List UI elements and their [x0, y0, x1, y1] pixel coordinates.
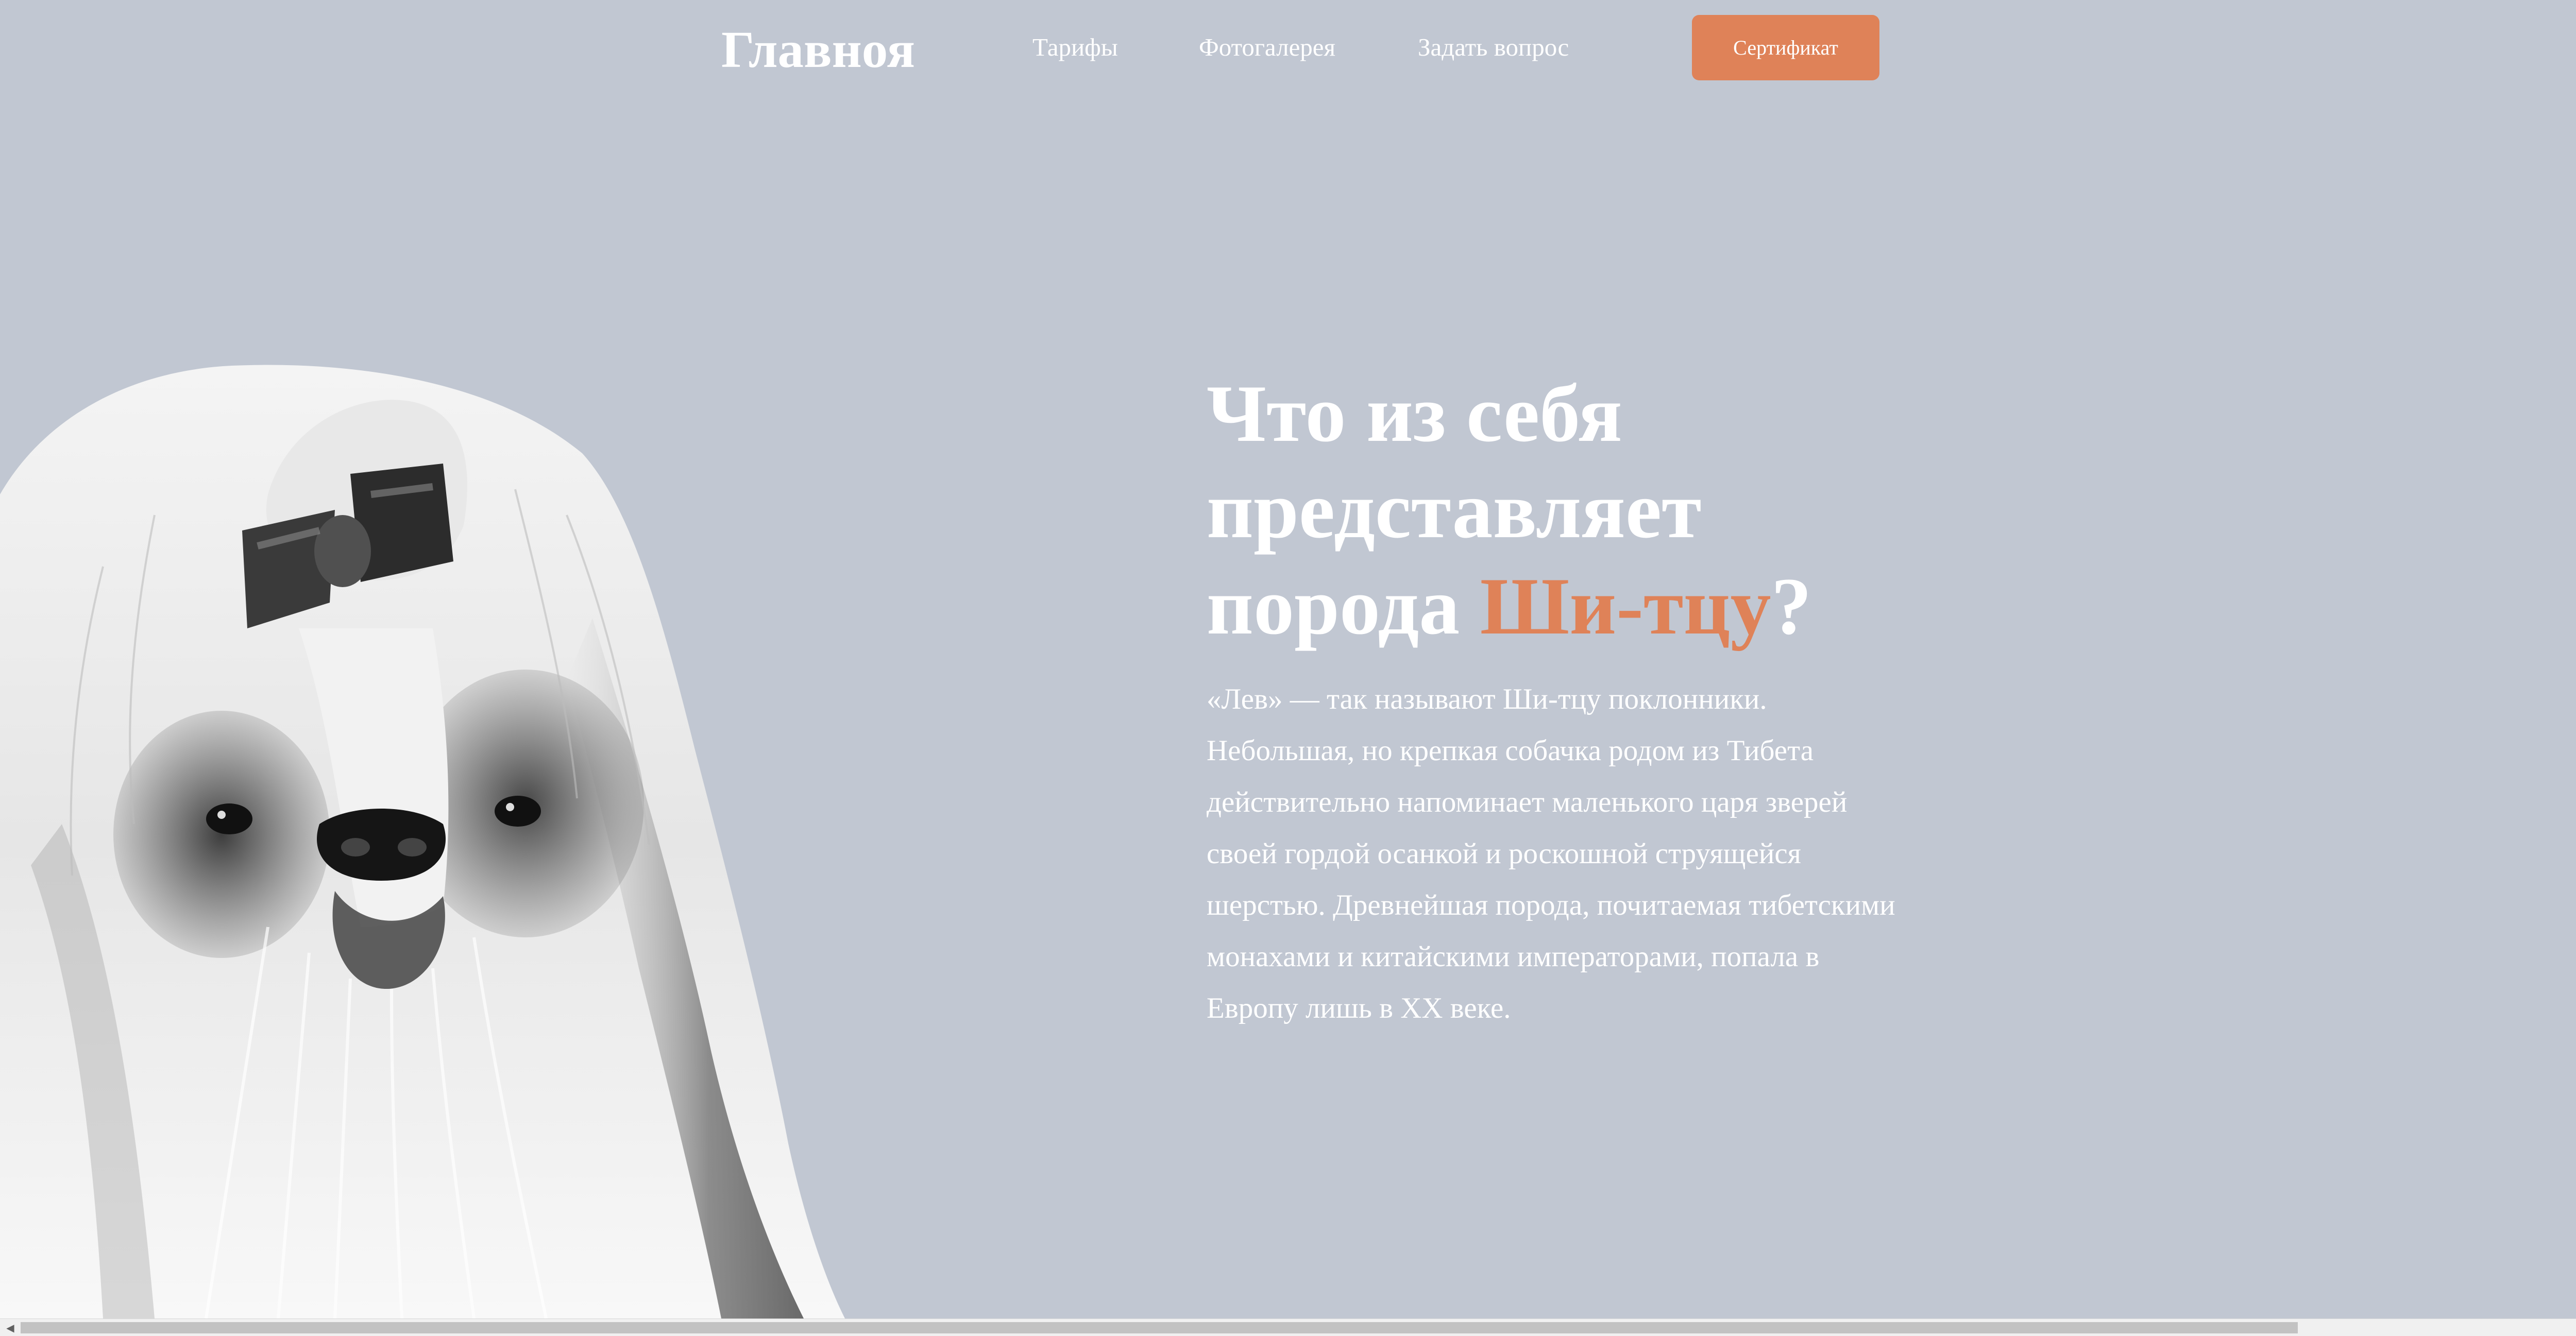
logo[interactable]: Главноя: [721, 19, 915, 80]
hero-title-accent: Ши-тцу: [1480, 561, 1771, 652]
hero-title: Что из себя представляет порода Ши-тцу?: [1207, 366, 1928, 655]
hero-description: «Лев» — так называют Ши-тцу поклонники. …: [1207, 683, 1895, 1024]
hero-title-line-3: порода: [1207, 561, 1480, 652]
horizontal-scroll-thumb[interactable]: [21, 1322, 2298, 1333]
nav-link-tariffs[interactable]: Тарифы: [1032, 32, 1118, 63]
site-header: Главноя Тарифы Фотогалерея Задать вопрос…: [0, 0, 2576, 103]
nav-link-ask-question[interactable]: Задать вопрос: [1418, 32, 1569, 63]
page: Главноя Тарифы Фотогалерея Задать вопрос…: [0, 0, 2576, 1336]
certificate-button[interactable]: Сертификат: [1692, 15, 1879, 80]
scroll-left-arrow-icon[interactable]: ◀: [0, 1319, 21, 1336]
horizontal-scrollbar[interactable]: ◀ ▶: [0, 1318, 2576, 1336]
hero-title-suffix: ?: [1771, 561, 1812, 652]
nav-link-gallery[interactable]: Фотогалерея: [1199, 32, 1335, 63]
shih-tzu-dog-photo: [0, 365, 845, 1318]
hero-title-line-2: представляет: [1207, 465, 1702, 555]
hero-title-line-1: Что из себя: [1207, 369, 1622, 459]
